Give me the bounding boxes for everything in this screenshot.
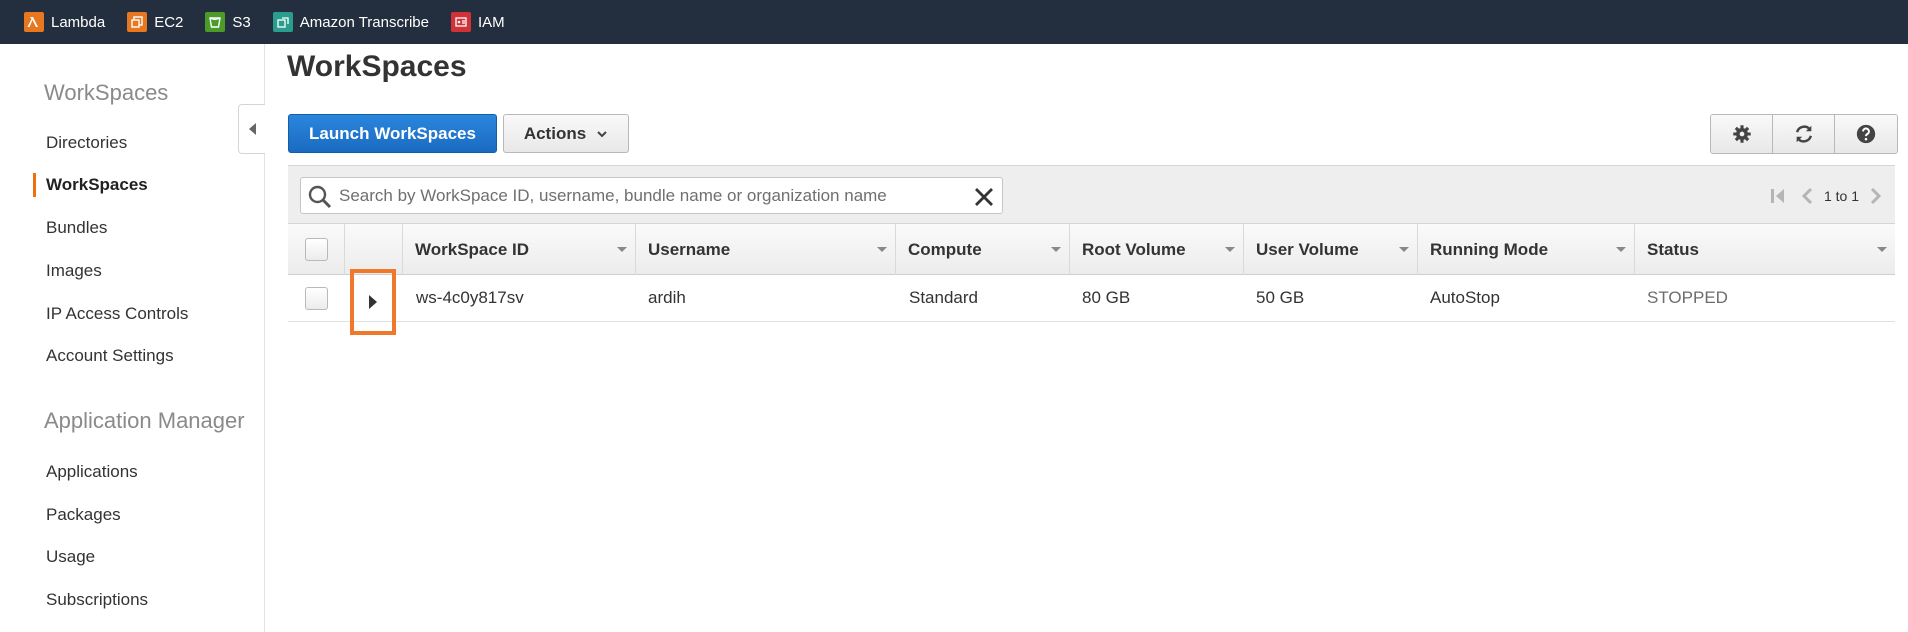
page-range-text: 1 to 1 (1823, 188, 1859, 204)
column-header-root-volume[interactable]: Root Volume (1070, 224, 1244, 275)
cell-user-volume: 50 GB (1256, 288, 1305, 307)
sort-caret-icon (1399, 247, 1409, 252)
sidebar-item-packages[interactable]: Packages (46, 505, 121, 525)
help-icon (1856, 124, 1876, 144)
column-header-compute[interactable]: Compute (896, 224, 1070, 275)
row-checkbox[interactable] (305, 286, 328, 310)
help-button[interactable] (1835, 115, 1897, 153)
favorite-s3[interactable]: S3 (205, 12, 251, 32)
s3-bucket-icon (205, 12, 226, 32)
sort-caret-icon (1225, 247, 1235, 252)
clear-search-icon[interactable] (972, 185, 996, 209)
cell-username: ardih (648, 288, 686, 307)
workspaces-table: 1 to 1 WorkSpace ID Username Compute Roo… (288, 165, 1895, 335)
chevron-down-icon (597, 130, 607, 137)
cell-root-volume: 80 GB (1082, 288, 1131, 307)
favorites-bar: Lambda EC2 S3 Amazon Transcribe IAM (0, 0, 1908, 44)
table-row[interactable]: ws-4c0y817sv ardih Standard 80 GB 50 GB … (288, 269, 1895, 335)
page-title: WorkSpaces (287, 50, 467, 83)
actions-label: Actions (523, 123, 587, 143)
sidebar-item-ip-access-controls[interactable]: IP Access Controls (46, 304, 188, 324)
sidebar-item-directories[interactable]: Directories (46, 133, 127, 153)
select-all-checkbox[interactable] (304, 238, 328, 261)
sort-caret-icon (877, 247, 887, 252)
sort-caret-icon (1051, 247, 1061, 252)
column-header-username[interactable]: Username (636, 224, 896, 275)
pagination: 1 to 1 (1768, 186, 1885, 206)
sidebar-item-images[interactable]: Images (46, 261, 102, 281)
favorite-label: Amazon Transcribe (299, 13, 429, 31)
sidebar-item-bundles[interactable]: Bundles (46, 218, 107, 238)
refresh-button[interactable] (1773, 115, 1835, 153)
gear-icon (1732, 125, 1751, 143)
first-page-icon[interactable] (1768, 186, 1788, 206)
sidebar-item-workspaces[interactable]: WorkSpaces (33, 173, 148, 197)
sort-caret-icon (617, 247, 627, 252)
sort-caret-icon (1877, 247, 1887, 252)
row-checkbox-cell (305, 275, 328, 321)
favorite-iam[interactable]: IAM (451, 12, 505, 32)
sidebar-item-subscriptions[interactable]: Subscriptions (46, 590, 148, 610)
cell-workspace-id: ws-4c0y817sv (416, 288, 524, 307)
column-header-running-mode[interactable]: Running Mode (1418, 224, 1635, 275)
cell-running-mode: AutoStop (1430, 288, 1500, 307)
column-header-workspace-id[interactable]: WorkSpace ID (403, 224, 636, 275)
sidebar-collapse-button[interactable] (238, 104, 265, 154)
table-header: WorkSpace ID Username Compute Root Volum… (288, 223, 1895, 275)
sidebar-item-usage[interactable]: Usage (46, 547, 95, 567)
chevron-left-icon (248, 123, 256, 135)
filter-bar: 1 to 1 (288, 165, 1895, 223)
sidebar-item-account-settings[interactable]: Account Settings (46, 346, 174, 366)
select-all-cell (288, 224, 345, 275)
sidebar-item-applications[interactable]: Applications (46, 462, 138, 482)
search-icon (308, 185, 332, 209)
sidebar-section-title: Application Manager (44, 408, 245, 433)
sort-caret-icon (1616, 247, 1626, 252)
settings-button[interactable] (1711, 115, 1773, 153)
iam-icon (451, 12, 471, 32)
search-box (300, 177, 1003, 214)
lambda-icon (24, 12, 44, 32)
favorite-label: S3 (232, 13, 251, 31)
launch-workspaces-button[interactable]: Launch WorkSpaces (288, 114, 497, 153)
expand-column-header (345, 224, 403, 275)
row-expand-button[interactable] (350, 269, 396, 335)
refresh-icon (1795, 125, 1812, 143)
favorite-lambda[interactable]: Lambda (24, 12, 105, 32)
previous-page-icon[interactable] (1798, 186, 1818, 206)
sidebar-section-title: WorkSpaces (44, 80, 169, 105)
toolbar-icon-group (1710, 114, 1898, 154)
search-input[interactable] (339, 181, 959, 210)
next-page-icon[interactable] (1865, 186, 1885, 206)
transcribe-icon (272, 12, 293, 32)
ec2-icon (127, 12, 148, 32)
cell-compute: Standard (909, 288, 978, 307)
caret-right-icon (369, 295, 377, 309)
column-header-status[interactable]: Status (1635, 224, 1895, 275)
favorite-label: Lambda (51, 13, 106, 31)
sidebar: WorkSpaces Directories WorkSpaces Bundle… (0, 44, 265, 632)
favorite-label: EC2 (154, 13, 184, 31)
column-header-user-volume[interactable]: User Volume (1244, 224, 1418, 275)
cell-status: STOPPED (1647, 288, 1728, 307)
actions-dropdown-button[interactable]: Actions (503, 114, 629, 153)
favorite-transcribe[interactable]: Amazon Transcribe (272, 12, 429, 32)
favorite-label: IAM (478, 13, 505, 31)
favorite-ec2[interactable]: EC2 (127, 12, 183, 32)
